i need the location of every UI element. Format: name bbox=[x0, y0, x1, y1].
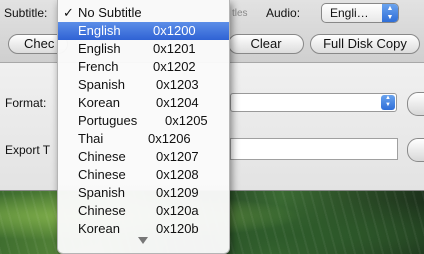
subtitle-menu-item-name: Chinese bbox=[78, 167, 126, 182]
subtitle-menu-item[interactable]: Portugues 0x1205 bbox=[58, 112, 229, 130]
subtitle-menu-item[interactable]: Chinese 0x1207 bbox=[58, 148, 229, 166]
audio-popup-value: Engli… bbox=[330, 6, 369, 20]
subtitle-menu-item[interactable]: French 0x1202 bbox=[58, 58, 229, 76]
subtitle-menu-item-name: English bbox=[78, 23, 121, 38]
subtitle-menu-item-code: 0x1202 bbox=[153, 59, 196, 74]
subtitle-menu-item-name: Thai bbox=[78, 131, 104, 146]
clear-button[interactable]: Clear bbox=[228, 34, 304, 54]
subtitle-menu-item-code: 0x1201 bbox=[153, 41, 196, 56]
subtitle-menu-item[interactable]: Chinese 0x1208 bbox=[58, 166, 229, 184]
subtitle-label: Subtitle: bbox=[4, 6, 48, 20]
subtitle-menu-item-name: Spanish bbox=[78, 185, 125, 200]
format-select[interactable]: ▲ ▼ bbox=[230, 93, 397, 112]
subtitle-menu-item-name: Portugues bbox=[78, 113, 138, 128]
subtitle-menu-item-name: No Subtitle bbox=[78, 5, 142, 20]
format-options-button[interactable] bbox=[407, 92, 424, 116]
subtitle-menu-item[interactable]: Korean 0x1204 bbox=[58, 94, 229, 112]
subtitle-menu-item-name: French bbox=[78, 59, 119, 74]
subtitle-menu-item[interactable]: Spanish 0x1209 bbox=[58, 184, 229, 202]
subtitle-menu-item-code: 0x1209 bbox=[156, 185, 199, 200]
export-browse-button[interactable] bbox=[407, 138, 424, 162]
format-label: Format: bbox=[5, 96, 47, 110]
subtitle-menu-item[interactable]: ✓ No Subtitle bbox=[58, 4, 229, 22]
subtitle-menu-item-code: 0x120b bbox=[156, 221, 199, 236]
subtitle-menu-item-name: Chinese bbox=[78, 149, 126, 164]
subtitle-menu-item[interactable]: Chinese 0x120a bbox=[58, 202, 229, 220]
subtitle-menu-item-code: 0x1205 bbox=[165, 113, 208, 128]
popup-arrows-icon: ▲ ▼ bbox=[381, 95, 395, 110]
subtitle-dropdown-menu: ✓ No Subtitle English 0x1200 English 0x1201 Fr… bbox=[57, 0, 230, 254]
subtitle-menu-item-code: 0x1203 bbox=[156, 77, 199, 92]
subtitle-menu-item[interactable]: Thai 0x1206 bbox=[58, 130, 229, 148]
subtitle-menu-item-code: 0x1200 bbox=[153, 23, 196, 38]
scroll-down-icon[interactable] bbox=[138, 237, 148, 244]
subtitle-menu-item-name: Korean bbox=[78, 221, 120, 236]
subtitle-menu-item[interactable]: Spanish 0x1203 bbox=[58, 76, 229, 94]
subtitle-menu-item-name: Spanish bbox=[78, 77, 125, 92]
export-to-label: Export T bbox=[5, 143, 51, 157]
audio-label: Audio: bbox=[266, 6, 301, 20]
subtitle-menu-item[interactable]: English 0x1200 bbox=[58, 22, 229, 40]
full-disk-copy-button[interactable]: Full Disk Copy bbox=[310, 34, 420, 54]
audio-popup[interactable]: Engli… ▲ ▼ bbox=[321, 3, 399, 23]
subtitle-menu-item[interactable]: English 0x1201 bbox=[58, 40, 229, 58]
subtitle-menu-item-name: Chinese bbox=[78, 203, 126, 218]
subtitle-extra-text: tles bbox=[232, 8, 248, 19]
check-mark-icon: ✓ bbox=[63, 5, 74, 20]
subtitle-menu-item-code: 0x120a bbox=[156, 203, 199, 218]
subtitle-menu-item-code: 0x1204 bbox=[156, 95, 199, 110]
export-path-field[interactable] bbox=[230, 138, 398, 160]
subtitle-menu-item-name: Korean bbox=[78, 95, 120, 110]
subtitle-menu-item-code: 0x1206 bbox=[148, 131, 191, 146]
subtitle-menu-item-name: English bbox=[78, 41, 121, 56]
subtitle-menu-item-code: 0x1207 bbox=[156, 149, 199, 164]
subtitle-menu-item[interactable]: Korean 0x120b bbox=[58, 220, 229, 238]
subtitle-menu-item-code: 0x1208 bbox=[156, 167, 199, 182]
popup-arrows-icon: ▲ ▼ bbox=[382, 4, 398, 22]
